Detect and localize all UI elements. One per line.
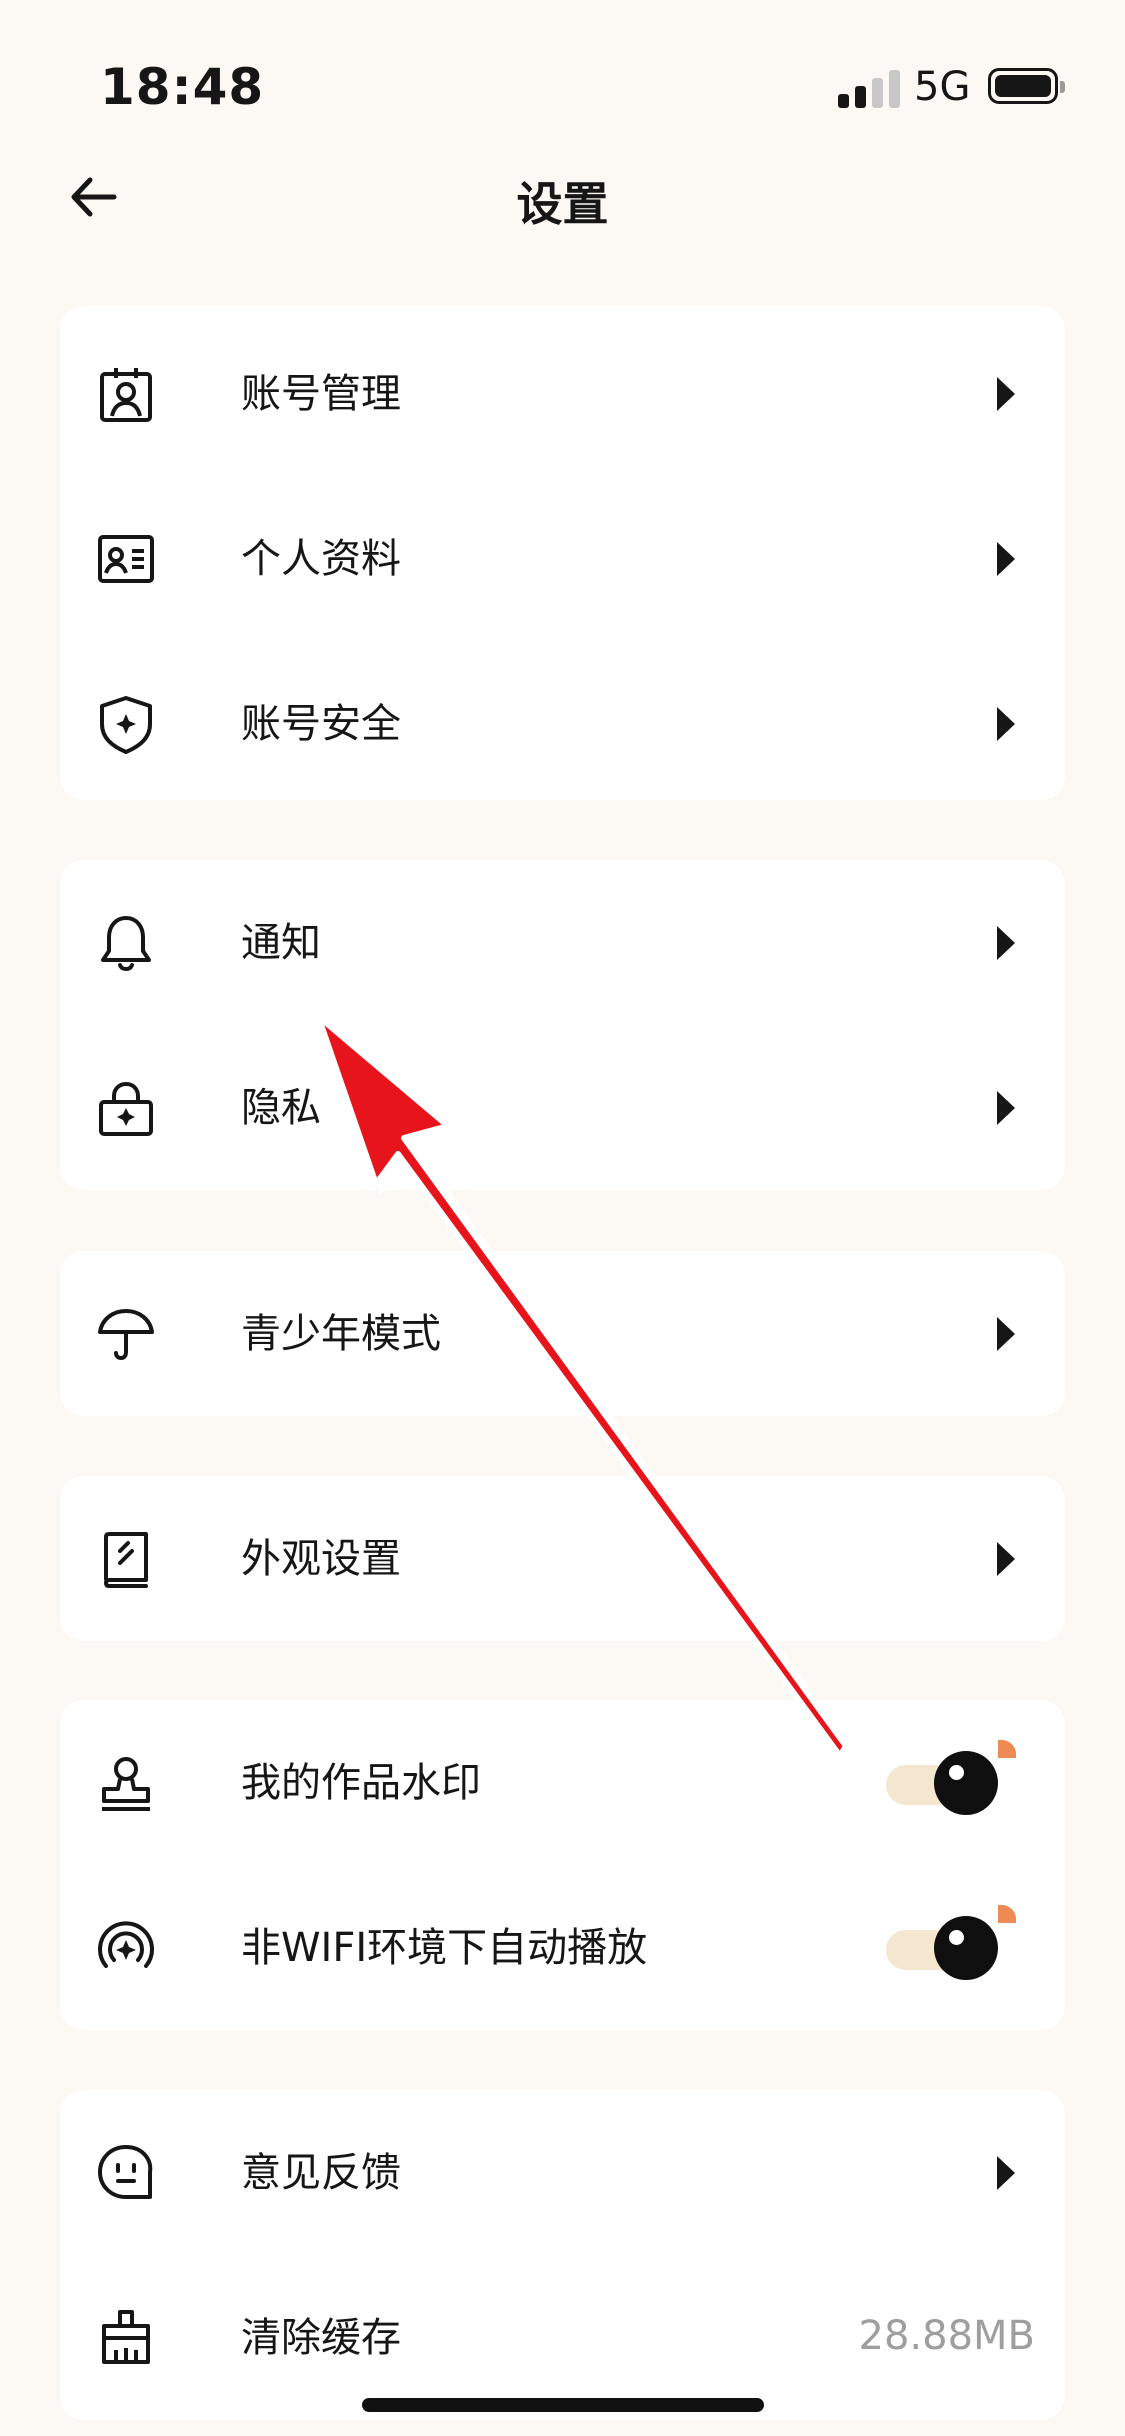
settings-group-notify-privacy: 通知 隐私 (60, 860, 1065, 1190)
network-type: 5G (914, 64, 971, 110)
chevron-right-icon (997, 377, 1015, 411)
settings-item-watermark: 我的作品水印 (60, 1708, 1065, 1858)
autoplay-toggle[interactable] (886, 1905, 1016, 1983)
home-indicator (362, 2398, 764, 2412)
settings-item-privacy[interactable]: 隐私 (60, 1033, 1065, 1183)
settings-item-youth-mode[interactable]: 青少年模式 (60, 1259, 1065, 1409)
settings-item-appearance[interactable]: 外观设置 (60, 1484, 1065, 1634)
settings-item-label: 非WIFI环境下自动播放 (241, 1925, 648, 1971)
settings-group-appearance: 外观设置 (60, 1476, 1065, 1641)
signal-icon (838, 68, 902, 108)
settings-item-label: 账号安全 (241, 701, 401, 747)
profile-card-icon (96, 529, 156, 589)
settings-item-label: 隐私 (241, 1085, 321, 1131)
settings-item-label: 意见反馈 (241, 2150, 401, 2196)
chevron-right-icon (997, 542, 1015, 576)
settings-item-clear-cache[interactable]: 清除缓存 28.88MB (60, 2263, 1065, 2413)
settings-group-youth: 青少年模式 (60, 1251, 1065, 1416)
chevron-right-icon (997, 926, 1015, 960)
bell-icon (96, 913, 156, 973)
broom-icon (96, 2308, 156, 2368)
settings-item-label: 账号管理 (241, 371, 401, 417)
settings-group-toggles: 我的作品水印 非WIFI环境下自动播放 (60, 1700, 1065, 2030)
settings-item-label: 我的作品水印 (241, 1760, 481, 1806)
toggle-knob (934, 1751, 998, 1815)
watermark-toggle[interactable] (886, 1740, 1016, 1818)
lock-icon (96, 1078, 156, 1138)
settings-item-autoplay: 非WIFI环境下自动播放 (60, 1873, 1065, 2023)
settings-item-label: 外观设置 (241, 1536, 401, 1582)
status-bar: 18:48 5G (0, 0, 1125, 170)
settings-item-label: 个人资料 (241, 536, 401, 582)
chevron-right-icon (997, 1317, 1015, 1351)
broadcast-icon (96, 1918, 156, 1978)
settings-item-label: 青少年模式 (241, 1311, 441, 1357)
settings-item-account-security[interactable]: 账号安全 (60, 649, 1065, 799)
settings-item-label: 通知 (241, 920, 321, 966)
toggle-accent (998, 1905, 1016, 1923)
battery-icon (988, 68, 1065, 104)
chevron-right-icon (997, 1091, 1015, 1125)
feedback-icon (96, 2143, 156, 2203)
settings-group-account: 账号管理 个人资料 账号安全 (60, 306, 1065, 800)
settings-item-notifications[interactable]: 通知 (60, 868, 1065, 1018)
settings-item-account-management[interactable]: 账号管理 (60, 319, 1065, 469)
stamp-icon (96, 1753, 156, 1813)
settings-item-label: 清除缓存 (241, 2315, 401, 2361)
chevron-right-icon (997, 707, 1015, 741)
settings-group-misc: 意见反馈 清除缓存 28.88MB (60, 2090, 1065, 2420)
page-title: 设置 (516, 177, 609, 231)
toggle-accent (998, 1740, 1016, 1758)
status-time: 18:48 (100, 58, 265, 116)
chevron-right-icon (997, 1542, 1015, 1576)
umbrella-icon (96, 1304, 156, 1364)
toggle-knob (934, 1916, 998, 1980)
chevron-right-icon (997, 2156, 1015, 2190)
shield-icon (96, 694, 156, 754)
book-icon (96, 1529, 156, 1589)
settings-item-profile[interactable]: 个人资料 (60, 484, 1065, 634)
id-badge-icon (96, 364, 156, 424)
settings-item-feedback[interactable]: 意见反馈 (60, 2098, 1065, 2248)
cache-size: 28.88MB (858, 2313, 1035, 2359)
